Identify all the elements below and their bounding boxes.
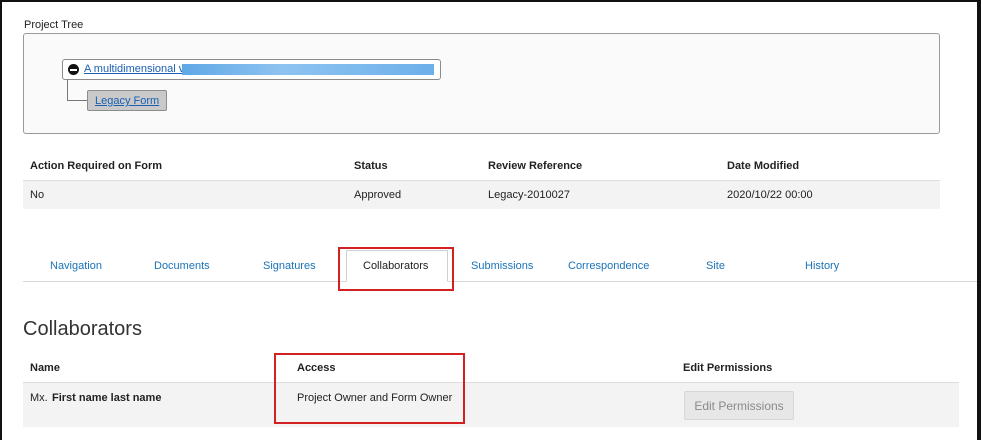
- redacted-text-bar: [182, 64, 434, 75]
- tree-root-link[interactable]: A multidimensional v: [84, 63, 184, 75]
- cell-review-reference: Legacy-2010027: [488, 189, 570, 201]
- tree-child-node[interactable]: Legacy Form: [87, 90, 167, 111]
- header-review-reference: Review Reference: [488, 160, 583, 172]
- tab-correspondence[interactable]: Correspondence: [568, 260, 649, 272]
- tab-history[interactable]: History: [805, 260, 839, 272]
- tab-documents[interactable]: Documents: [154, 260, 210, 272]
- tabs-baseline: [23, 281, 977, 282]
- section-title: Collaborators: [23, 318, 142, 340]
- header-date-modified: Date Modified: [727, 160, 800, 172]
- highlight-box-access: [274, 353, 465, 424]
- tree-connector-vertical: [67, 80, 68, 101]
- tab-submissions[interactable]: Submissions: [471, 260, 533, 272]
- window-frame-right: [977, 0, 980, 440]
- tree-connector-horizontal: [67, 100, 88, 101]
- legacy-form-link[interactable]: Legacy Form: [95, 95, 159, 107]
- header-name: Name: [30, 362, 60, 374]
- cell-action-required: No: [30, 189, 45, 201]
- tab-site[interactable]: Site: [706, 260, 725, 272]
- collaborator-name: First name last name: [52, 392, 162, 404]
- cell-status: Approved: [354, 189, 402, 201]
- header-status: Status: [354, 160, 388, 172]
- tab-navigation[interactable]: Navigation: [50, 260, 102, 272]
- header-action-required: Action Required on Form: [30, 160, 162, 172]
- edit-permissions-button[interactable]: Edit Permissions: [684, 391, 794, 420]
- highlight-box-collaborators-tab: [338, 247, 454, 291]
- cell-date-modified: 2020/10/22 00:00: [727, 189, 813, 201]
- collapse-minus-icon[interactable]: [68, 64, 79, 75]
- tree-root-node[interactable]: A multidimensional v: [62, 59, 441, 80]
- project-tree-panel: [23, 33, 940, 134]
- collaborator-title: Mx.: [30, 392, 48, 404]
- header-edit-permissions: Edit Permissions: [683, 362, 773, 374]
- table-row: [23, 383, 959, 427]
- tab-signatures[interactable]: Signatures: [263, 260, 316, 272]
- project-tree-label: Project Tree: [24, 19, 84, 31]
